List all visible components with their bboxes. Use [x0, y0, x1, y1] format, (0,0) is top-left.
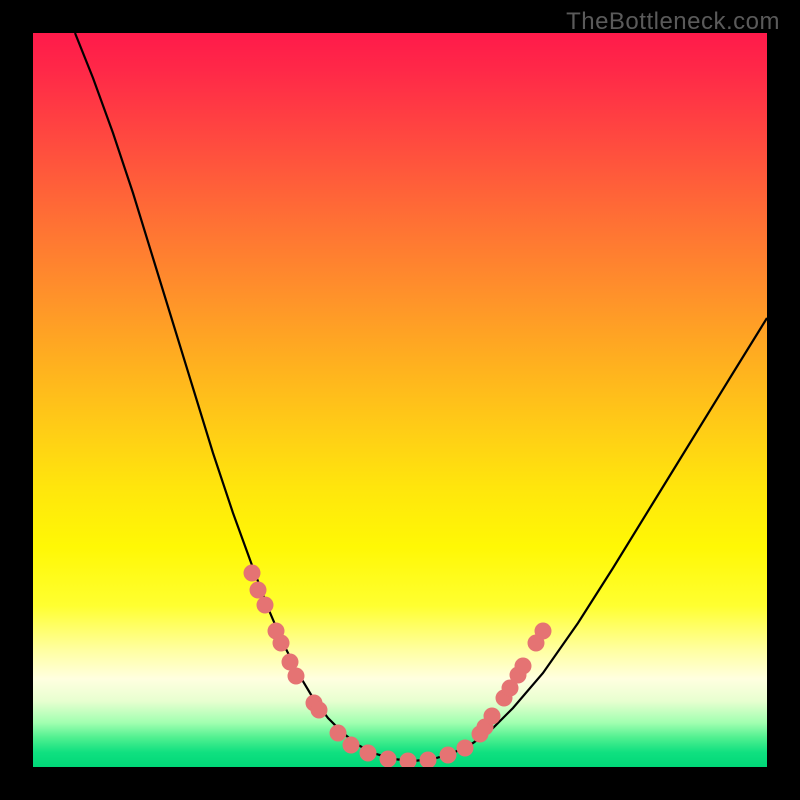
beads-floor — [330, 725, 474, 768]
bead — [273, 635, 290, 652]
bead — [343, 737, 360, 754]
bead — [257, 597, 274, 614]
bead — [380, 751, 397, 768]
bead — [360, 745, 377, 762]
bead — [311, 702, 328, 719]
plot-area — [33, 33, 767, 767]
bead — [244, 565, 261, 582]
bead — [288, 668, 305, 685]
beads-right — [472, 623, 552, 743]
bead — [515, 658, 532, 675]
bead — [440, 747, 457, 764]
bead — [250, 582, 267, 599]
curve-svg — [33, 33, 767, 767]
bead — [330, 725, 347, 742]
bead — [484, 708, 501, 725]
bead — [400, 753, 417, 768]
bead — [420, 752, 437, 768]
beads-left — [244, 565, 328, 719]
chart-root: TheBottleneck.com — [0, 0, 800, 800]
bead — [535, 623, 552, 640]
watermark-text: TheBottleneck.com — [566, 8, 780, 36]
bottleneck-curve — [75, 33, 767, 761]
bead — [457, 740, 474, 757]
